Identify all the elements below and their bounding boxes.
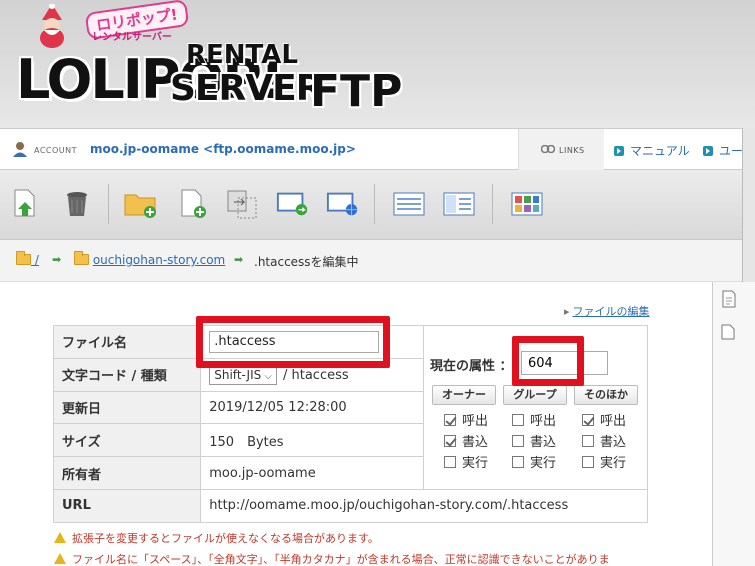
toolbar — [0, 170, 742, 240]
user-icon — [13, 142, 27, 157]
group-exec-checkbox[interactable]: 実行 — [511, 452, 556, 471]
new-file-icon — [181, 189, 206, 218]
header: ロリポップ! レンタルサーバー LOLIPOP! RENTAL SERVER F… — [0, 0, 755, 128]
checkbox-empty-icon — [511, 414, 524, 426]
owner-button[interactable]: オーナー — [431, 385, 496, 405]
side-panel — [712, 282, 755, 566]
owner-value: moo.jp-oomame — [200, 456, 424, 490]
account-label: ACCOUNT — [34, 146, 78, 155]
thumbnail-view-icon — [511, 192, 543, 216]
other-read-checkbox[interactable]: 呼出 — [581, 410, 626, 429]
checkbox-empty-icon — [511, 456, 524, 468]
group-read-checkbox[interactable]: 呼出 — [511, 410, 556, 429]
group-button[interactable]: グループ — [502, 385, 567, 405]
upload-file-button[interactable] — [8, 186, 42, 222]
new-folder-icon — [124, 194, 156, 218]
toolbar-separator — [374, 184, 375, 224]
checkbox-checked-icon — [581, 414, 594, 426]
logo-ftp: FTP — [310, 66, 403, 117]
account-bar: ACCOUNT moo.jp-oomame <ftp.oomame.moo.jp… — [0, 128, 743, 170]
folder-icon — [74, 251, 89, 265]
checkbox-empty-icon — [581, 435, 594, 447]
logo-jp-sub: レンタルサーバー — [92, 32, 172, 43]
permissions-highlight — [512, 336, 584, 386]
arrow-right-icon: ➡ — [234, 253, 244, 266]
arrow-right-icon: ➡ — [52, 253, 62, 266]
links-box[interactable]: LINKS — [518, 129, 604, 170]
checkbox-empty-icon — [581, 456, 594, 468]
warning-icon — [54, 532, 66, 543]
move-button[interactable] — [276, 186, 310, 222]
copy-icon — [227, 190, 257, 219]
updated-value: 2019/12/05 12:28:00 — [200, 390, 424, 425]
size-label: サイズ — [52, 423, 202, 458]
table-row: URL http://oomame.moo.jp/ouchigohan-stor… — [52, 489, 648, 523]
other-button[interactable]: そのほか — [573, 385, 638, 405]
other-write-checkbox[interactable]: 書込 — [581, 431, 626, 450]
file-edit-link[interactable]: ファイルの編集 — [564, 303, 650, 319]
owner-read-checkbox[interactable]: 呼出 — [443, 410, 488, 429]
play-icon — [703, 146, 713, 156]
list-view-button[interactable] — [392, 186, 426, 222]
breadcrumb-folder[interactable]: ouchigohan-story.com — [74, 251, 226, 267]
other-exec-checkbox[interactable]: 実行 — [581, 452, 626, 471]
logo-rental: RENTAL — [186, 40, 298, 70]
filename-label: ファイル名 — [52, 325, 202, 359]
url-label: URL — [52, 489, 202, 523]
detail-view-icon — [443, 192, 475, 216]
side-scroll-strip — [742, 128, 755, 282]
size-value: 150 Bytes — [200, 423, 424, 458]
warning-filename: ファイル名に「スペース」、「全角文字」、「半角カタカナ」が含まれる場合、正常に認… — [54, 551, 610, 566]
owner-exec-checkbox[interactable]: 実行 — [443, 452, 488, 471]
checkbox-empty-icon — [511, 435, 524, 447]
owner-write-checkbox[interactable]: 書込 — [443, 431, 488, 450]
links-label: LINKS — [559, 146, 585, 155]
manual-label: マニュアル — [630, 144, 690, 158]
warning-extension: 拡張子を変更するとファイルが使えなくなる場合があります。 — [54, 530, 379, 546]
breadcrumb-root[interactable]: / — [16, 251, 39, 267]
encoding-label: 文字コード / 種類 — [52, 357, 202, 392]
account-value: moo.jp-oomame <ftp.oomame.moo.jp> — [90, 142, 356, 156]
file-info-icon — [722, 290, 736, 308]
link-icon — [541, 145, 555, 153]
manual-link[interactable]: マニュアル — [614, 142, 690, 159]
filename-highlight — [196, 316, 390, 368]
warning-icon — [54, 553, 66, 564]
delete-button[interactable] — [60, 186, 94, 222]
breadcrumb: / ➡ ouchigohan-story.com ➡ .htaccessを編集中 — [0, 240, 742, 282]
list-view-icon — [393, 192, 425, 216]
toolbar-separator — [108, 184, 109, 224]
web-icon — [326, 192, 358, 216]
logo-server: SERVER — [170, 68, 323, 109]
user-label: ユー — [719, 144, 744, 158]
checkbox-empty-icon — [443, 456, 456, 468]
user-link[interactable]: ユー — [703, 142, 743, 159]
breadcrumb-current: .htaccessを編集中 — [254, 255, 359, 269]
detail-view-button[interactable] — [442, 186, 476, 222]
ftp-window: ロリポップ! レンタルサーバー LOLIPOP! RENTAL SERVER F… — [0, 0, 755, 566]
new-file-button[interactable] — [176, 186, 210, 222]
group-write-checkbox[interactable]: 書込 — [511, 431, 556, 450]
breadcrumb-root-label: / — [34, 253, 39, 267]
web-button[interactable] — [326, 186, 360, 222]
trash-icon — [67, 192, 87, 216]
copy-button[interactable] — [226, 186, 260, 222]
file-icon — [721, 324, 735, 340]
play-icon — [614, 146, 624, 156]
breadcrumb-folder-label: ouchigohan-story.com — [92, 253, 226, 267]
updated-label: 更新日 — [52, 390, 202, 425]
mascot-icon — [40, 4, 64, 48]
url-value: http://oomame.moo.jp/ouchigohan-story.co… — [200, 489, 648, 523]
thumbnail-view-button[interactable] — [510, 186, 544, 222]
toolbar-separator — [492, 184, 493, 224]
folder-icon — [16, 251, 31, 265]
owner-label: 所有者 — [52, 456, 202, 490]
checkbox-checked-icon — [443, 414, 456, 426]
permissions-title: 現在の属性 ： — [429, 359, 513, 374]
move-icon — [276, 192, 308, 216]
file-type: / htaccess — [282, 367, 349, 383]
checkbox-checked-icon — [443, 435, 456, 447]
upload-file-icon — [14, 189, 35, 217]
new-folder-button[interactable] — [124, 186, 158, 222]
